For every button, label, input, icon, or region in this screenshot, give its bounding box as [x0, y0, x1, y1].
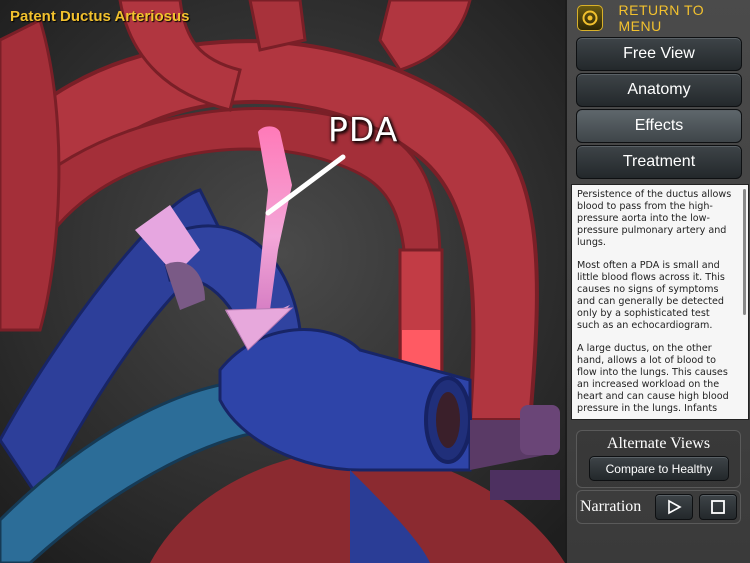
- app-title: Patent Ductus Arteriosus: [10, 8, 190, 25]
- description-text-area[interactable]: Persistence of the ductus allows blood t…: [571, 184, 749, 420]
- pda-annotation-label: PDA: [328, 110, 399, 149]
- treatment-button[interactable]: Treatment: [576, 145, 742, 179]
- return-to-menu-label: RETURN TO MENU: [618, 2, 705, 34]
- alternate-views-group: Alternate Views Compare to Healthy: [576, 430, 741, 488]
- return-to-menu-button[interactable]: RETURN TO MENU: [577, 2, 749, 34]
- description-paragraph: A large ductus, on the other hand, allow…: [577, 343, 729, 414]
- description-paragraph: Persistence of the ductus allows blood t…: [577, 189, 732, 248]
- compare-to-healthy-button[interactable]: Compare to Healthy: [589, 456, 729, 481]
- stop-icon: [711, 500, 725, 514]
- description-paragraph: Most often a PDA is small and little blo…: [577, 260, 725, 331]
- play-button[interactable]: [655, 494, 693, 520]
- narration-label: Narration: [580, 498, 642, 515]
- effects-button[interactable]: Effects: [576, 109, 742, 143]
- heart-3d-viewport[interactable]: Patent Ductus Arteriosus PDA: [0, 0, 565, 563]
- narration-group: Narration: [576, 490, 741, 524]
- alternate-views-title: Alternate Views: [606, 435, 711, 452]
- side-panel: RETURN TO MENU Free View Anatomy Effects…: [565, 0, 750, 563]
- free-view-button[interactable]: Free View: [576, 37, 742, 71]
- heart-model-illustration: [0, 0, 565, 563]
- play-icon: [668, 499, 682, 515]
- stop-button[interactable]: [699, 494, 737, 520]
- anatomy-button[interactable]: Anatomy: [576, 73, 742, 107]
- description-scrollbar[interactable]: [743, 189, 746, 315]
- app-logo-icon: [577, 5, 603, 31]
